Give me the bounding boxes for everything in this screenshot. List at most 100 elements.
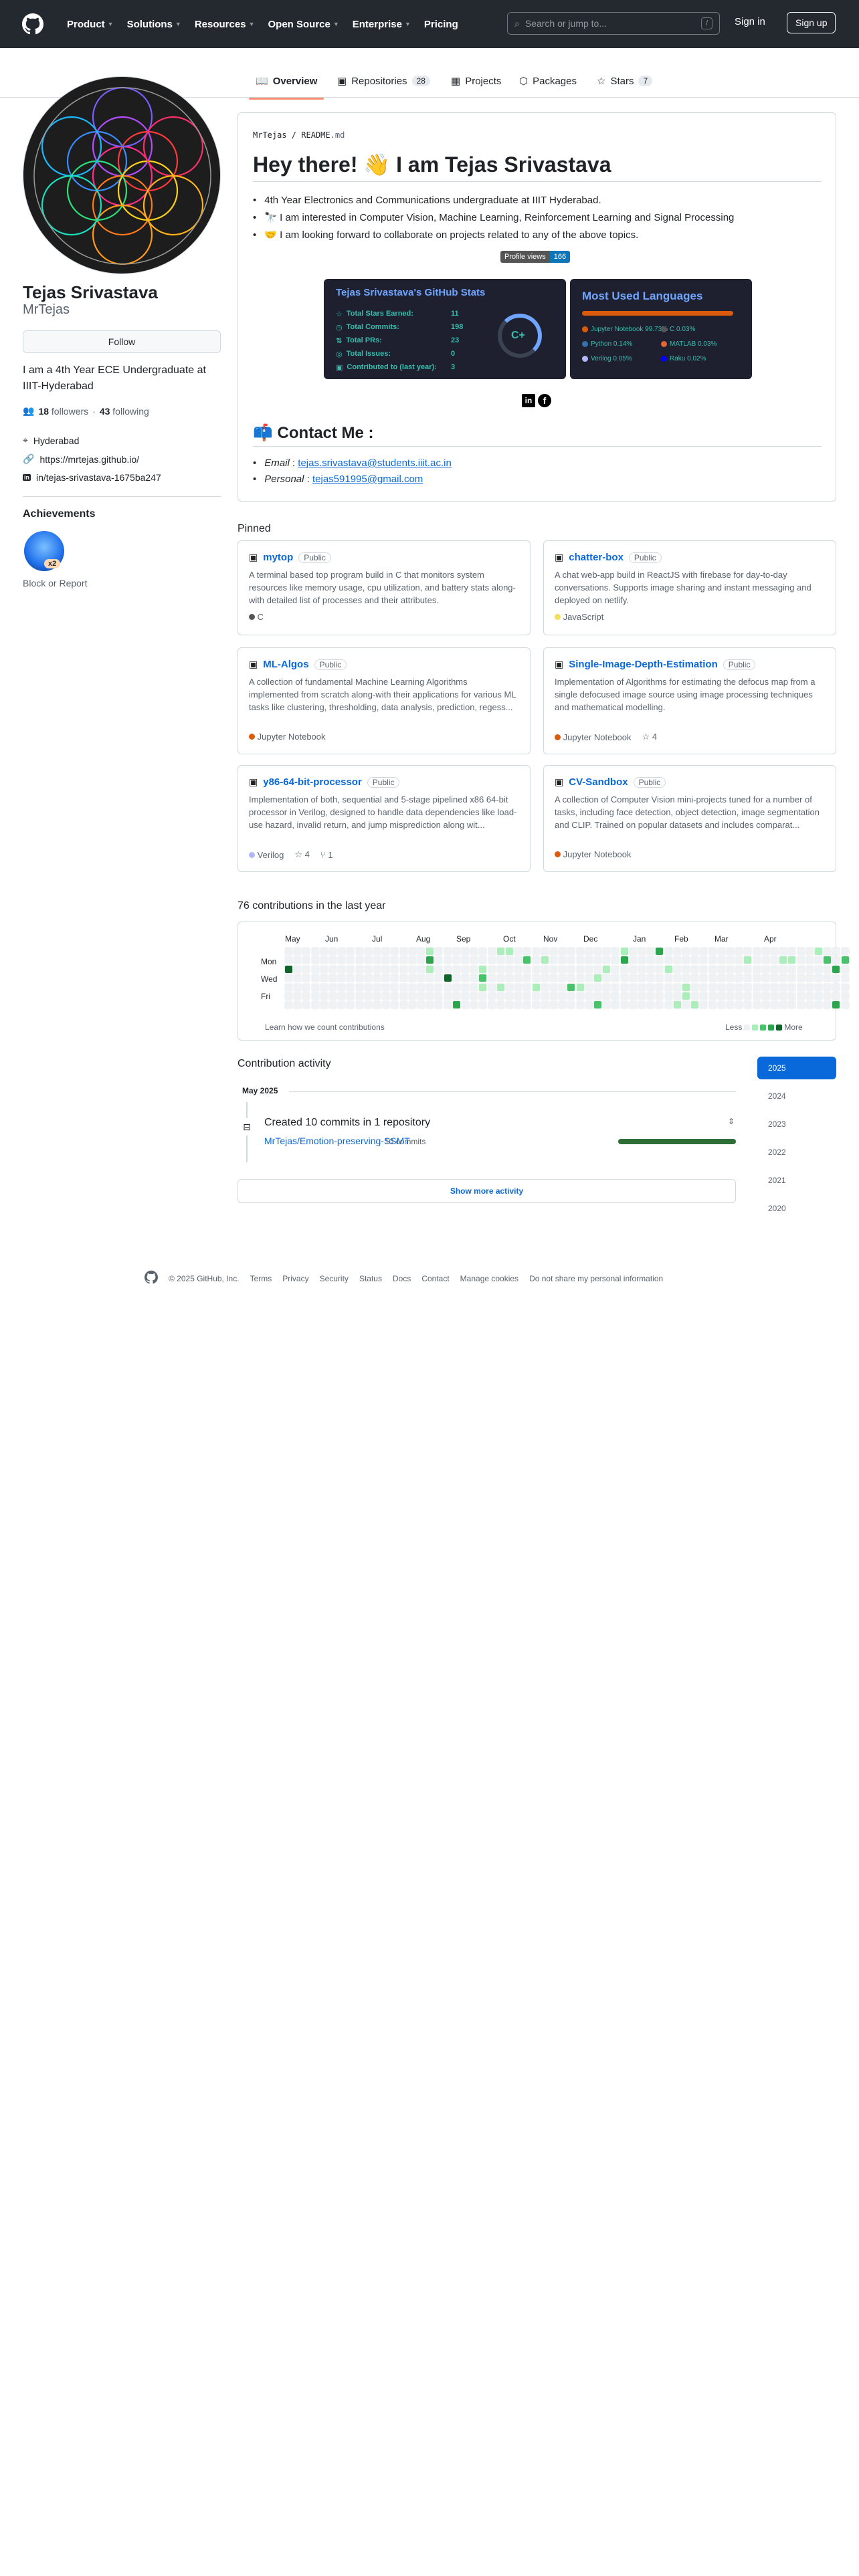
contribution-day[interactable] [284,956,293,965]
contribution-day[interactable] [399,1000,408,1010]
contribution-day[interactable] [514,956,523,965]
contribution-day[interactable] [672,974,682,983]
contribution-day[interactable] [452,992,461,1000]
contribution-day[interactable] [602,992,611,1000]
contribution-day[interactable] [461,956,470,965]
contribution-day[interactable] [434,964,444,974]
contribution-day[interactable] [346,1000,355,1010]
contribution-day[interactable] [619,992,629,1000]
contribution-day[interactable] [390,982,399,992]
contribution-day[interactable] [823,956,832,965]
contribution-day[interactable] [407,964,417,974]
contribution-day[interactable] [567,982,576,992]
nav-product[interactable]: Product ▼ [60,13,120,35]
contribution-day[interactable] [672,964,682,974]
contribution-day[interactable] [602,964,611,974]
block-report-link[interactable]: Block or Report [23,578,87,588]
contribution-day[interactable] [682,974,690,983]
contribution-day[interactable] [805,974,814,983]
contribution-day[interactable] [363,947,373,956]
contribution-day[interactable] [752,956,761,965]
contribution-day[interactable] [611,964,620,974]
contribution-day[interactable] [363,956,373,965]
contribution-day[interactable] [699,974,708,983]
search-input[interactable]: ⌕ Search or jump to... / [507,12,720,35]
contribution-day[interactable] [558,992,567,1000]
contribution-day[interactable] [619,1000,629,1010]
contribution-day[interactable] [761,992,770,1000]
contribution-day[interactable] [399,964,408,974]
contribution-day[interactable] [355,964,364,974]
contribution-day[interactable] [531,992,541,1000]
contribution-day[interactable] [796,982,805,992]
contribution-day[interactable] [690,992,700,1000]
follow-button[interactable]: Follow [23,330,221,353]
contribution-day[interactable] [717,982,726,992]
contribution-day[interactable] [346,956,355,965]
year-2023[interactable]: 2023 [757,1113,836,1136]
contribution-day[interactable] [787,956,797,965]
contribution-day[interactable] [514,974,523,983]
contribution-day[interactable] [381,964,391,974]
footer-link[interactable]: Terms [250,1274,272,1283]
contribution-day[interactable] [690,956,700,965]
contribution-day[interactable] [752,974,761,983]
contribution-day[interactable] [302,956,311,965]
nav-pricing[interactable]: Pricing [417,13,465,35]
contribution-day[interactable] [337,982,347,992]
contribution-day[interactable] [425,982,435,992]
contribution-day[interactable] [779,956,788,965]
contribution-day[interactable] [284,974,293,983]
contribution-day[interactable] [337,964,347,974]
contribution-day[interactable] [505,947,514,956]
contribution-day[interactable] [452,956,461,965]
tab-stars[interactable]: ☆ Stars 7 [593,72,656,90]
contribution-day[interactable] [302,974,311,983]
contribution-day[interactable] [567,992,576,1000]
contribution-day[interactable] [611,1000,620,1010]
website-link[interactable]: 🔗 https://mrtejas.github.io/ [23,453,139,465]
footer-link[interactable]: Manage cookies [460,1274,518,1283]
contribution-day[interactable] [664,974,673,983]
contribution-day[interactable] [496,964,505,974]
contribution-day[interactable] [425,964,435,974]
contribution-day[interactable] [540,982,549,992]
contribution-day[interactable] [575,974,585,983]
contribution-day[interactable] [805,964,814,974]
contribution-day[interactable] [832,956,841,965]
contribution-day[interactable] [549,956,558,965]
contribution-day[interactable] [478,992,488,1000]
contribution-day[interactable] [522,982,532,992]
contribution-day[interactable] [743,982,753,992]
contribution-day[interactable] [337,956,347,965]
contribution-day[interactable] [478,982,488,992]
sign-in-link[interactable]: Sign in [735,16,765,27]
contribution-day[interactable] [796,947,805,956]
contribution-day[interactable] [399,992,408,1000]
contribution-day[interactable] [487,1000,496,1010]
contribution-day[interactable] [655,947,664,956]
contribution-day[interactable] [638,964,646,974]
contribution-day[interactable] [558,964,567,974]
contribution-day[interactable] [293,964,302,974]
email-link[interactable]: tejas.srivastava@students.iiit.ac.in [298,457,452,469]
contribution-day[interactable] [682,964,690,974]
contribution-day[interactable] [646,992,656,1000]
contribution-day[interactable] [399,947,408,956]
contribution-day[interactable] [381,1000,391,1010]
contribution-day[interactable] [796,974,805,983]
contribution-day[interactable] [814,982,823,992]
contribution-day[interactable] [593,964,602,974]
contribution-day[interactable] [540,947,549,956]
contribution-day[interactable] [522,947,532,956]
contribution-day[interactable] [302,1000,311,1010]
contribution-day[interactable] [443,982,452,992]
contribution-day[interactable] [452,982,461,992]
tab-repositories[interactable]: ▣ Repositories 28 [333,72,434,90]
stars-link[interactable]: ☆ 4 [642,732,658,742]
contribution-day[interactable] [611,982,620,992]
show-more-activity-button[interactable]: Show more activity [237,1179,736,1203]
contribution-day[interactable] [319,1000,328,1010]
contribution-day[interactable] [399,982,408,992]
contribution-day[interactable] [461,992,470,1000]
